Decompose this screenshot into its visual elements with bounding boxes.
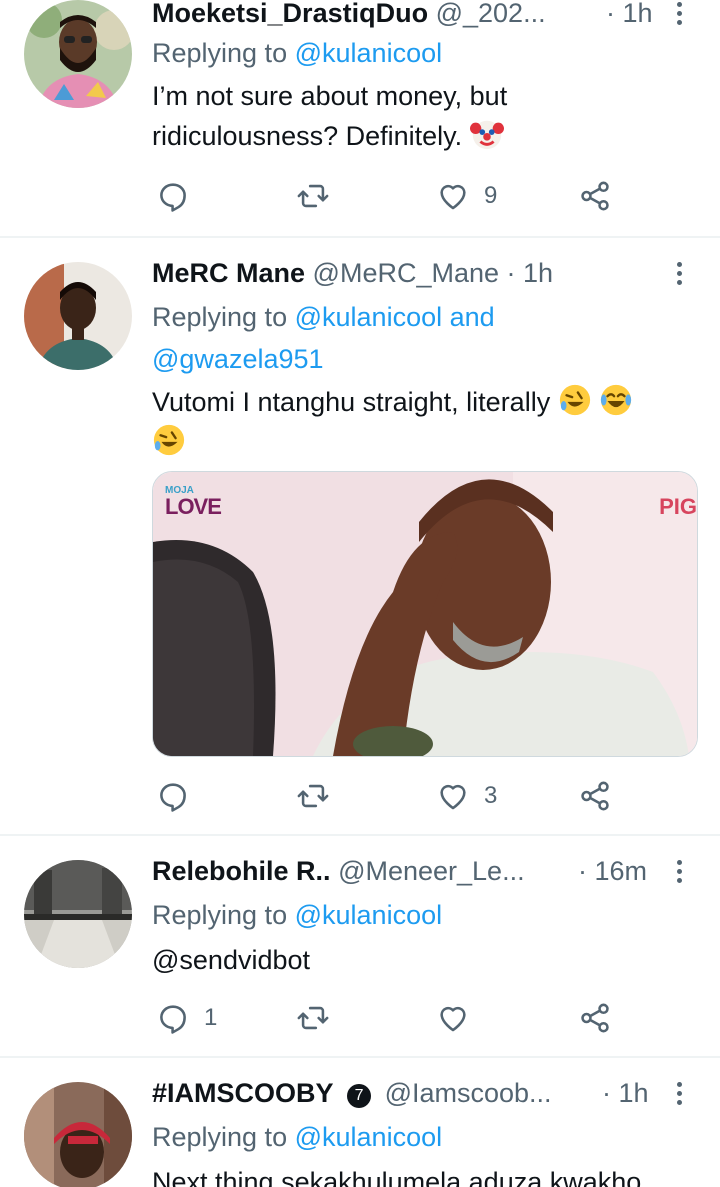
tweet-actions: 1 [152,998,622,1038]
heart-icon [440,184,466,210]
tweet-actions: 9 [152,176,622,216]
retweet-icon [297,184,329,208]
replying-to: Replying to @kulanicool and @gwazela951 [152,296,700,380]
reply-icon [160,1005,186,1034]
avatar[interactable] [24,860,132,968]
more-vertical-icon[interactable] [676,1082,684,1106]
replying-to: Replying to @kulanicool [152,1116,700,1158]
avatar[interactable] [24,1082,132,1187]
avatar-image [24,860,132,968]
mention-link[interactable]: @kulanicool [295,1122,443,1152]
share-icon [581,781,609,811]
display-name[interactable]: Relebohile R.. [152,856,331,886]
verified-badge: 7 [347,1084,372,1108]
face-with-tears-of-joy-emoji [601,384,632,416]
reply-button[interactable] [156,176,204,216]
retweet-button[interactable] [296,776,344,816]
tweet-actions: 3 [152,776,622,816]
heart-icon [440,784,466,810]
tweet-media-image[interactable]: MOJA LOVE PIG [152,471,698,757]
tweet-header: MeRC Mane @MeRC_Mane · 1h [152,254,700,292]
user-handle[interactable]: @Meneer_Le... [338,856,525,886]
like-count: 9 [484,182,498,209]
media-corner-text: PIG [659,494,697,519]
tweet-1[interactable]: Moeketsi_DrastiqDuo @_202... · 1h Replyi… [0,0,720,236]
share-button[interactable] [578,176,612,216]
more-vertical-icon[interactable] [676,2,684,26]
user-handle[interactable]: @_202... [436,0,546,28]
mention-link[interactable]: @kulanicool [295,38,443,68]
retweet-icon [297,784,329,808]
avatar-image [24,1082,132,1187]
tweet-time[interactable]: · 1h [602,1074,649,1112]
tweet-2[interactable]: MeRC Mane @MeRC_Mane · 1h Replying to @k… [0,238,720,834]
avatar-image [24,0,132,108]
tweet-header: Moeketsi_DrastiqDuo @_202... · 1h [152,0,700,32]
tweet-3[interactable]: Relebohile R.. @Meneer_Le... · 16m Reply… [0,836,720,1056]
mention-link-2[interactable]: @gwazela951 [152,344,324,374]
replying-to: Replying to @kulanicool [152,32,700,74]
avatar[interactable] [24,262,132,370]
avatar-image [24,262,132,370]
tweet-time[interactable]: · 1h [606,0,653,32]
like-button[interactable] [436,998,484,1038]
media-photo [153,472,697,756]
tweet-text: I’m not sure about money, but ridiculous… [152,81,508,151]
rolling-on-floor-laughing-emoji [559,384,590,416]
clown-face-emoji [469,120,504,150]
tweet-text-block: Vutomi I ntanghu straight, literally [152,382,692,462]
reply-button[interactable]: 1 [156,998,217,1038]
display-name[interactable]: #IAMSCOOBY [152,1078,334,1108]
display-name[interactable]: Moeketsi_DrastiqDuo [152,0,428,28]
more-vertical-icon[interactable] [676,262,684,286]
tweet-header: #IAMSCOOBY 7 @Iamscoob... · 1h [152,1074,700,1112]
replying-to-label: Replying to [152,900,288,930]
tweet-text: Next thing sekakhulumela aduza kwakho [152,1167,642,1187]
avatar[interactable] [24,0,132,108]
heart-icon [440,1006,466,1032]
replying-to-label: Replying to [152,38,288,68]
tweet-text: Vutomi I ntanghu straight, literally [152,387,551,417]
retweet-button[interactable] [296,998,344,1038]
media-logo: MOJA LOVE [165,486,222,519]
rolling-on-floor-laughing-emoji [153,424,185,456]
user-handle[interactable]: @MeRC_Mane [313,258,499,288]
like-count: 3 [484,782,498,809]
tweet-text-block: I’m not sure about money, but ridiculous… [152,76,572,156]
display-name[interactable]: MeRC Mane [152,258,305,288]
replying-to-label: Replying to [152,1122,288,1152]
media-logo-big: LOVE [165,494,222,519]
retweet-button[interactable] [296,176,344,216]
more-vertical-icon[interactable] [676,860,684,884]
replying-to: Replying to @kulanicool [152,894,700,936]
tweet-time[interactable]: · 1h [507,258,554,288]
reply-icon [160,783,186,812]
like-button[interactable]: 3 [436,776,497,816]
mention-link[interactable]: @kulanicool and [295,302,495,332]
reply-count: 1 [204,1004,218,1031]
share-button[interactable] [578,776,612,816]
mention-link[interactable]: @kulanicool [295,900,443,930]
user-handle[interactable]: @Iamscoob... [385,1078,552,1108]
share-icon [581,181,609,211]
replying-to-label: Replying to [152,302,288,332]
share-button[interactable] [578,998,612,1038]
tweet-time[interactable]: · 16m [578,852,647,890]
reply-icon [160,183,186,212]
reply-button[interactable] [156,776,204,816]
like-button[interactable]: 9 [436,176,497,216]
retweet-icon [297,1006,329,1030]
share-icon [581,1003,609,1033]
tweet-header: Relebohile R.. @Meneer_Le... · 16m [152,852,700,890]
tweet-4[interactable]: #IAMSCOOBY 7 @Iamscoob... · 1h Replying … [0,1058,720,1187]
tweet-text[interactable]: @sendvidbot [152,940,700,980]
